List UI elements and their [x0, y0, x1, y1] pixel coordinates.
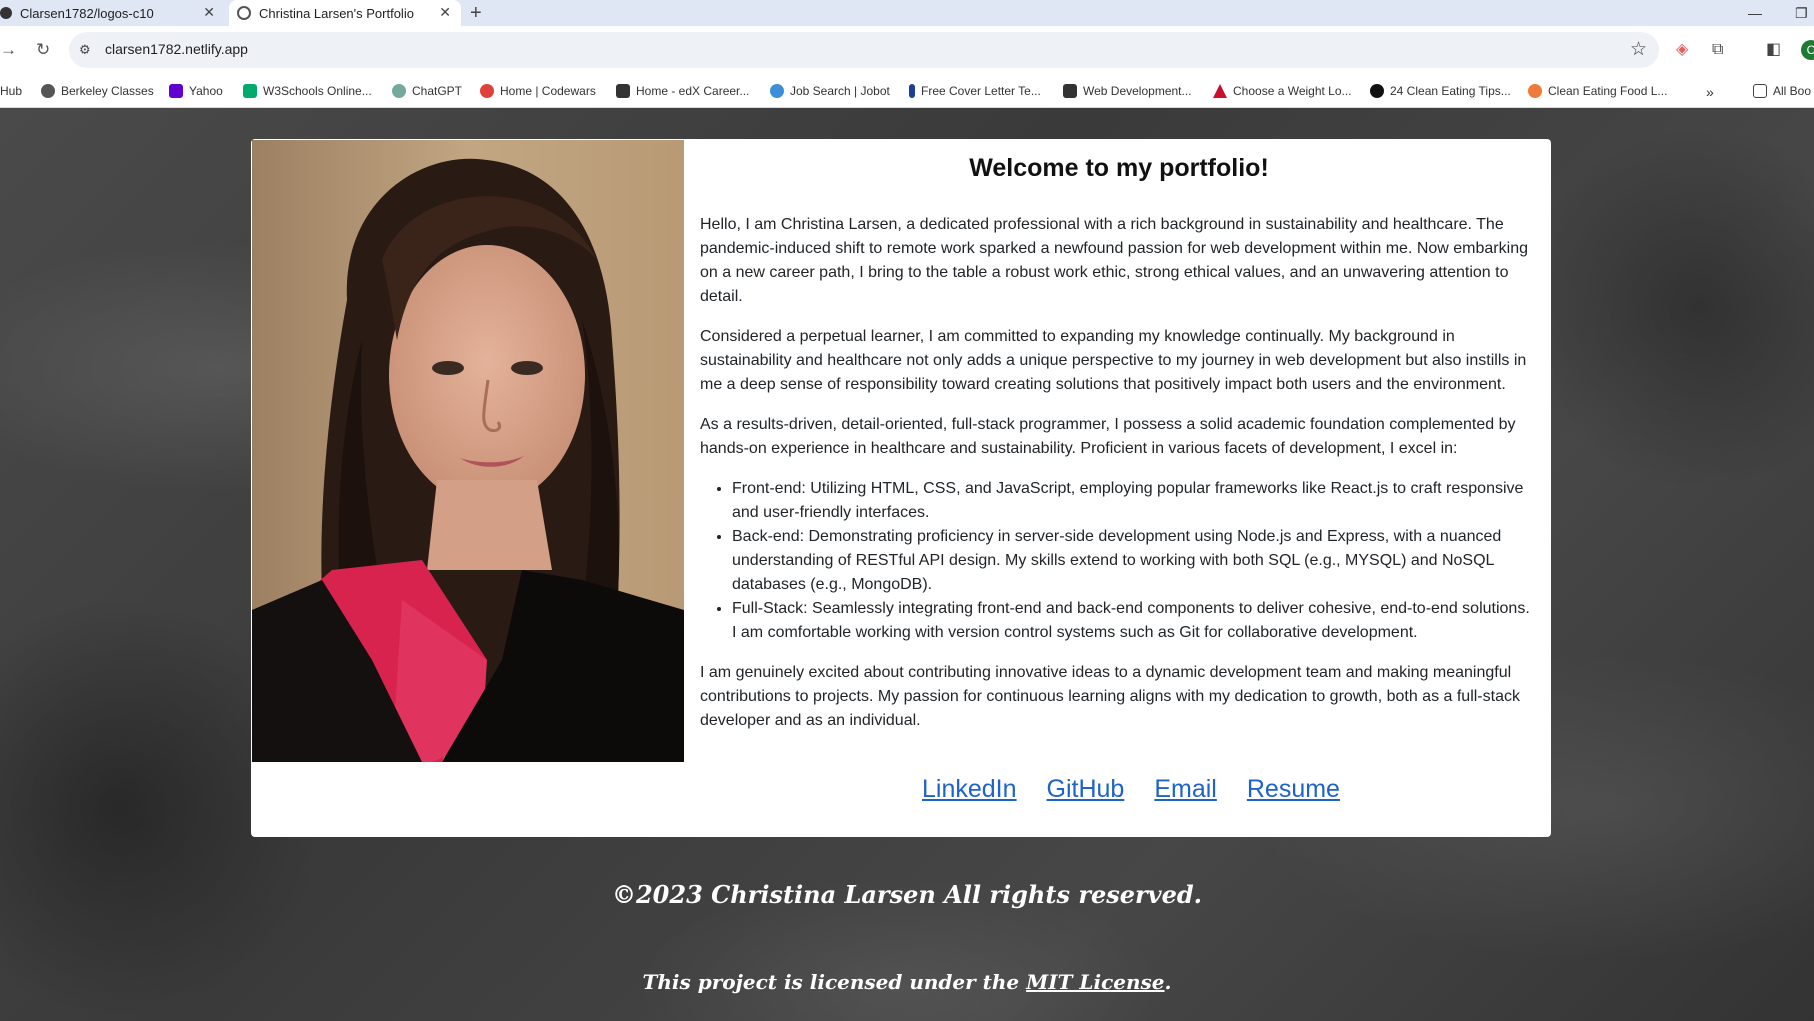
more-bookmarks-icon[interactable]: » — [1706, 84, 1714, 100]
globe-icon — [41, 84, 55, 98]
tab-strip: Clarsen1782/logos-c10 ✕ Christina Larsen… — [0, 0, 1814, 26]
edx-icon — [616, 84, 630, 98]
bookmark-item[interactable]: Berkeley Classes — [41, 84, 154, 98]
tab-portfolio[interactable]: Christina Larsen's Portfolio ✕ — [229, 0, 461, 26]
restore-icon[interactable]: ❐ — [1795, 5, 1808, 21]
bookmarks-bar: Hub Berkeley Classes Yahoo W3Schools Onl… — [0, 74, 1814, 108]
bookmark-star-icon[interactable]: ☆ — [1630, 38, 1647, 61]
bookmark-item[interactable]: Home | Codewars — [480, 84, 596, 98]
list-item: Full-Stack: Seamlessly integrating front… — [732, 597, 1538, 645]
bookmark-item[interactable]: Clean Eating Food L... — [1528, 84, 1667, 98]
license-text: This project is licensed under the MIT L… — [642, 970, 1172, 994]
cover-letter-icon — [909, 84, 915, 98]
list-item: Front-end: Utilizing HTML, CSS, and Java… — [732, 477, 1538, 525]
list-item: Back-end: Demonstrating proficiency in s… — [732, 525, 1538, 597]
close-icon[interactable]: ✕ — [439, 4, 451, 21]
side-panel-icon[interactable]: ◧ — [1766, 41, 1781, 59]
browser-toolbar: → ↻ ⚙ clarsen1782.netlify.app ☆ ◈ ⧉ ◧ — [0, 26, 1814, 74]
address-bar[interactable]: ⚙ clarsen1782.netlify.app ☆ — [69, 32, 1659, 68]
forward-icon[interactable]: → — [0, 40, 17, 60]
new-tab-button[interactable]: + — [470, 0, 482, 26]
bookmark-item[interactable]: Web Development... — [1063, 84, 1192, 98]
url-text[interactable]: clarsen1782.netlify.app — [105, 41, 248, 57]
closing-paragraph: I am genuinely excited about contributin… — [700, 664, 1520, 729]
w3schools-icon — [243, 84, 257, 98]
weight-loss-icon — [1213, 84, 1227, 98]
bookmark-item[interactable]: Home - edX Career... — [616, 84, 749, 98]
bookmark-item[interactable]: Yahoo — [169, 84, 223, 98]
page-title: Welcome to my portfolio! — [969, 154, 1269, 182]
minimize-icon[interactable]: — — [1748, 5, 1762, 21]
jobot-icon — [770, 84, 784, 98]
extension-icon[interactable]: ◈ — [1676, 41, 1688, 59]
edx-icon — [1063, 84, 1077, 98]
chatgpt-icon — [392, 84, 406, 98]
intro-paragraph: Hello, I am Christina Larsen, a dedicate… — [700, 216, 1528, 305]
tab-title: Christina Larsen's Portfolio — [259, 5, 414, 21]
yahoo-icon — [169, 84, 183, 98]
github-link[interactable]: GitHub — [1047, 775, 1125, 804]
folder-icon — [1753, 84, 1767, 98]
close-icon[interactable]: ✕ — [203, 4, 215, 21]
bookmark-item[interactable]: Free Cover Letter Te... — [909, 84, 1041, 98]
email-link[interactable]: Email — [1154, 775, 1217, 804]
extensions-puzzle-icon[interactable]: ⧉ — [1712, 41, 1723, 59]
bookmark-item[interactable]: 24 Clean Eating Tips... — [1370, 84, 1511, 98]
skills-intro-paragraph: As a results-driven, detail-oriented, fu… — [700, 416, 1516, 457]
about-section: Welcome to my portfolio! Hello, I am Chr… — [700, 153, 1538, 749]
social-links: LinkedIn GitHub Email Resume — [922, 775, 1340, 804]
codewars-icon — [480, 84, 494, 98]
resume-link[interactable]: Resume — [1247, 775, 1340, 804]
portfolio-card: Welcome to my portfolio! Hello, I am Chr… — [251, 139, 1551, 837]
bookmark-item[interactable]: Job Search | Jobot — [770, 84, 890, 98]
bookmark-item[interactable]: ChatGPT — [392, 84, 462, 98]
mit-license-link[interactable]: MIT License — [1026, 970, 1164, 994]
skills-list: Front-end: Utilizing HTML, CSS, and Java… — [732, 477, 1538, 645]
tab-github[interactable]: Clarsen1782/logos-c10 ✕ — [0, 0, 225, 26]
all-bookmarks-button[interactable]: All Boo — [1753, 84, 1811, 98]
profile-avatar[interactable]: C — [1801, 40, 1814, 60]
github-icon — [0, 7, 12, 19]
bookmark-item[interactable]: Choose a Weight Lo... — [1213, 84, 1352, 98]
tab-title: Clarsen1782/logos-c10 — [20, 5, 154, 21]
learner-paragraph: Considered a perpetual learner, I am com… — [700, 328, 1527, 393]
copyright-text: ©2023 Christina Larsen All rights reserv… — [611, 880, 1203, 909]
clean-eating-icon — [1370, 84, 1384, 98]
page-background: Welcome to my portfolio! Hello, I am Chr… — [0, 108, 1814, 1021]
bookmark-item[interactable]: Hub — [0, 84, 22, 98]
linkedin-link[interactable]: LinkedIn — [922, 775, 1017, 804]
reload-icon[interactable]: ↻ — [36, 40, 50, 60]
profile-photo — [252, 140, 684, 762]
food-list-icon — [1528, 84, 1542, 98]
bookmark-item[interactable]: W3Schools Online... — [243, 84, 372, 98]
site-settings-icon[interactable]: ⚙ — [79, 42, 95, 58]
globe-icon — [237, 6, 251, 20]
